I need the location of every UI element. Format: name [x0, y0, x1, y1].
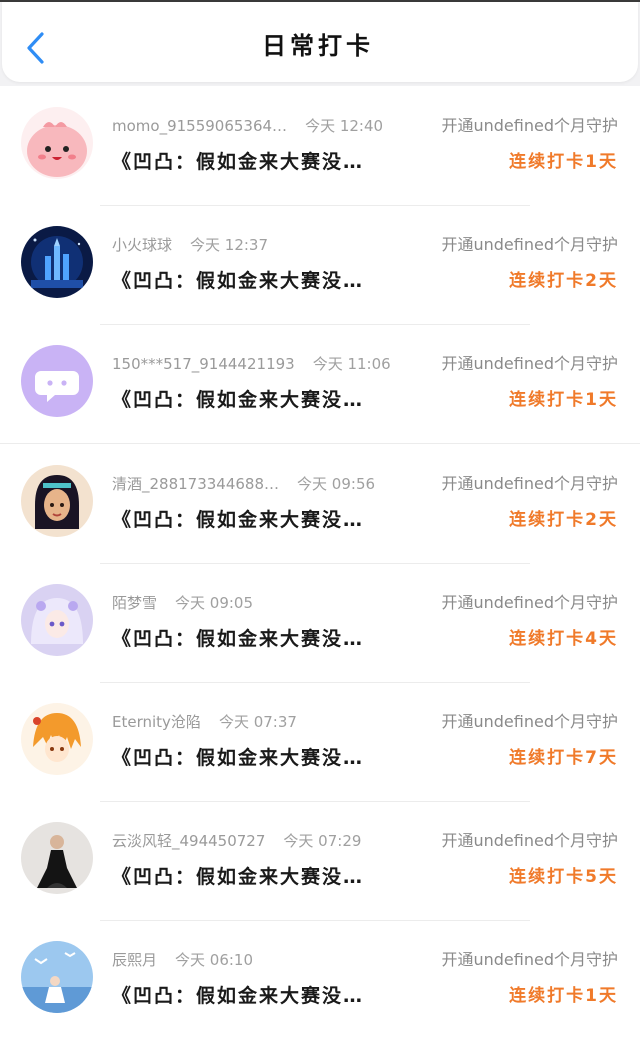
- user-name[interactable]: Eternity沧陷: [112, 713, 201, 731]
- user-name[interactable]: 云淡风轻_494450727: [112, 832, 265, 850]
- record-meta: 云淡风轻_494450727 今天 07:29: [112, 830, 361, 852]
- checkin-time: 今天 12:37: [190, 236, 269, 254]
- avatar[interactable]: [21, 941, 93, 1013]
- anime-girl-avatar-icon: [21, 584, 93, 656]
- streak-label: 连续打卡7天: [509, 748, 618, 768]
- checkin-time: 今天 07:37: [218, 713, 297, 731]
- orange-hair-avatar-icon: [21, 703, 93, 775]
- list-item[interactable]: 辰熙月 今天 06:10 开通undefined个月守护 《凹凸：假如金来大赛没……: [0, 920, 640, 1040]
- streak-label: 连续打卡2天: [509, 510, 618, 530]
- book-title[interactable]: 《凹凸：假如金来大赛没…: [112, 625, 364, 653]
- checkin-time: 今天 09:56: [297, 475, 376, 493]
- list-item[interactable]: 陌梦雪 今天 09:05 开通undefined个月守护 《凹凸：假如金来大赛没……: [0, 563, 640, 683]
- book-title[interactable]: 《凹凸：假如金来大赛没…: [112, 863, 364, 891]
- guard-info: 开通undefined个月守护: [437, 473, 618, 495]
- avatar[interactable]: [21, 226, 93, 298]
- pink-cartoon-avatar-icon: [21, 107, 93, 179]
- record-meta: 辰熙月 今天 06:10: [112, 949, 253, 971]
- list-item[interactable]: momo_91559065364… 今天 12:40 开通undefined个月守…: [0, 86, 640, 206]
- user-name[interactable]: 150***517_9144421193: [112, 355, 295, 373]
- guard-info: 开通undefined个月守护: [437, 711, 618, 733]
- guard-info: 开通undefined个月守护: [437, 353, 618, 375]
- checkin-time: 今天 12:40: [305, 117, 384, 135]
- streak-label: 连续打卡4天: [509, 629, 618, 649]
- avatar[interactable]: [21, 107, 93, 179]
- list-item[interactable]: 云淡风轻_494450727 今天 07:29 开通undefined个月守护 《…: [0, 801, 640, 921]
- page-title: 日常打卡: [262, 32, 374, 60]
- streak-label: 连续打卡5天: [509, 867, 618, 887]
- record-meta: 清酒_288173344688… 今天 09:56: [112, 473, 375, 495]
- avatar[interactable]: [21, 465, 93, 537]
- checkin-time: 今天 06:10: [175, 951, 254, 969]
- black-dress-avatar-icon: [21, 822, 93, 894]
- user-name[interactable]: momo_91559065364…: [112, 117, 287, 135]
- user-name[interactable]: 清酒_288173344688…: [112, 475, 279, 493]
- avatar[interactable]: [21, 584, 93, 656]
- checkin-time: 今天 09:05: [175, 594, 254, 612]
- checkin-list: momo_91559065364… 今天 12:40 开通undefined个月守…: [0, 86, 640, 1041]
- avatar[interactable]: [21, 703, 93, 775]
- princess-avatar-icon: [21, 465, 93, 537]
- user-name[interactable]: 辰熙月: [112, 951, 157, 969]
- book-title[interactable]: 《凹凸：假如金来大赛没…: [112, 148, 364, 176]
- record-meta: 小火球球 今天 12:37: [112, 234, 268, 256]
- book-title[interactable]: 《凹凸：假如金来大赛没…: [112, 506, 364, 534]
- streak-label: 连续打卡2天: [509, 271, 618, 291]
- sky-birds-avatar-icon: [21, 941, 93, 1013]
- avatar[interactable]: [21, 345, 93, 417]
- streak-label: 连续打卡1天: [509, 986, 618, 1006]
- book-title[interactable]: 《凹凸：假如金来大赛没…: [112, 744, 364, 772]
- checkin-time: 今天 07:29: [283, 832, 362, 850]
- book-title[interactable]: 《凹凸：假如金来大赛没…: [112, 267, 364, 295]
- list-item[interactable]: Eternity沧陷 今天 07:37 开通undefined个月守护 《凹凸：假…: [0, 682, 640, 802]
- night-castle-avatar-icon: [21, 226, 93, 298]
- checkin-time: 今天 11:06: [312, 355, 391, 373]
- streak-label: 连续打卡1天: [509, 390, 618, 410]
- list-item[interactable]: 清酒_288173344688… 今天 09:56 开通undefined个月守护…: [0, 444, 640, 564]
- record-meta: 150***517_9144421193 今天 11:06: [112, 353, 391, 375]
- guard-info: 开通undefined个月守护: [437, 592, 618, 614]
- book-title[interactable]: 《凹凸：假如金来大赛没…: [112, 982, 364, 1010]
- streak-label: 连续打卡1天: [509, 152, 618, 172]
- record-meta: 陌梦雪 今天 09:05: [112, 592, 253, 614]
- user-name[interactable]: 陌梦雪: [112, 594, 157, 612]
- avatar[interactable]: [21, 822, 93, 894]
- default-chat-avatar-icon: [21, 345, 93, 417]
- guard-info: 开通undefined个月守护: [437, 830, 618, 852]
- guard-info: 开通undefined个月守护: [437, 949, 618, 971]
- record-meta: Eternity沧陷 今天 07:37: [112, 711, 297, 733]
- user-name[interactable]: 小火球球: [112, 236, 172, 254]
- list-item[interactable]: 150***517_9144421193 今天 11:06 开通undefined…: [0, 324, 640, 444]
- book-title[interactable]: 《凹凸：假如金来大赛没…: [112, 386, 364, 414]
- guard-info: 开通undefined个月守护: [437, 115, 618, 137]
- list-item[interactable]: 小火球球 今天 12:37 开通undefined个月守护 《凹凸：假如金来大赛没…: [0, 205, 640, 325]
- record-meta: momo_91559065364… 今天 12:40: [112, 115, 383, 137]
- guard-info: 开通undefined个月守护: [437, 234, 618, 256]
